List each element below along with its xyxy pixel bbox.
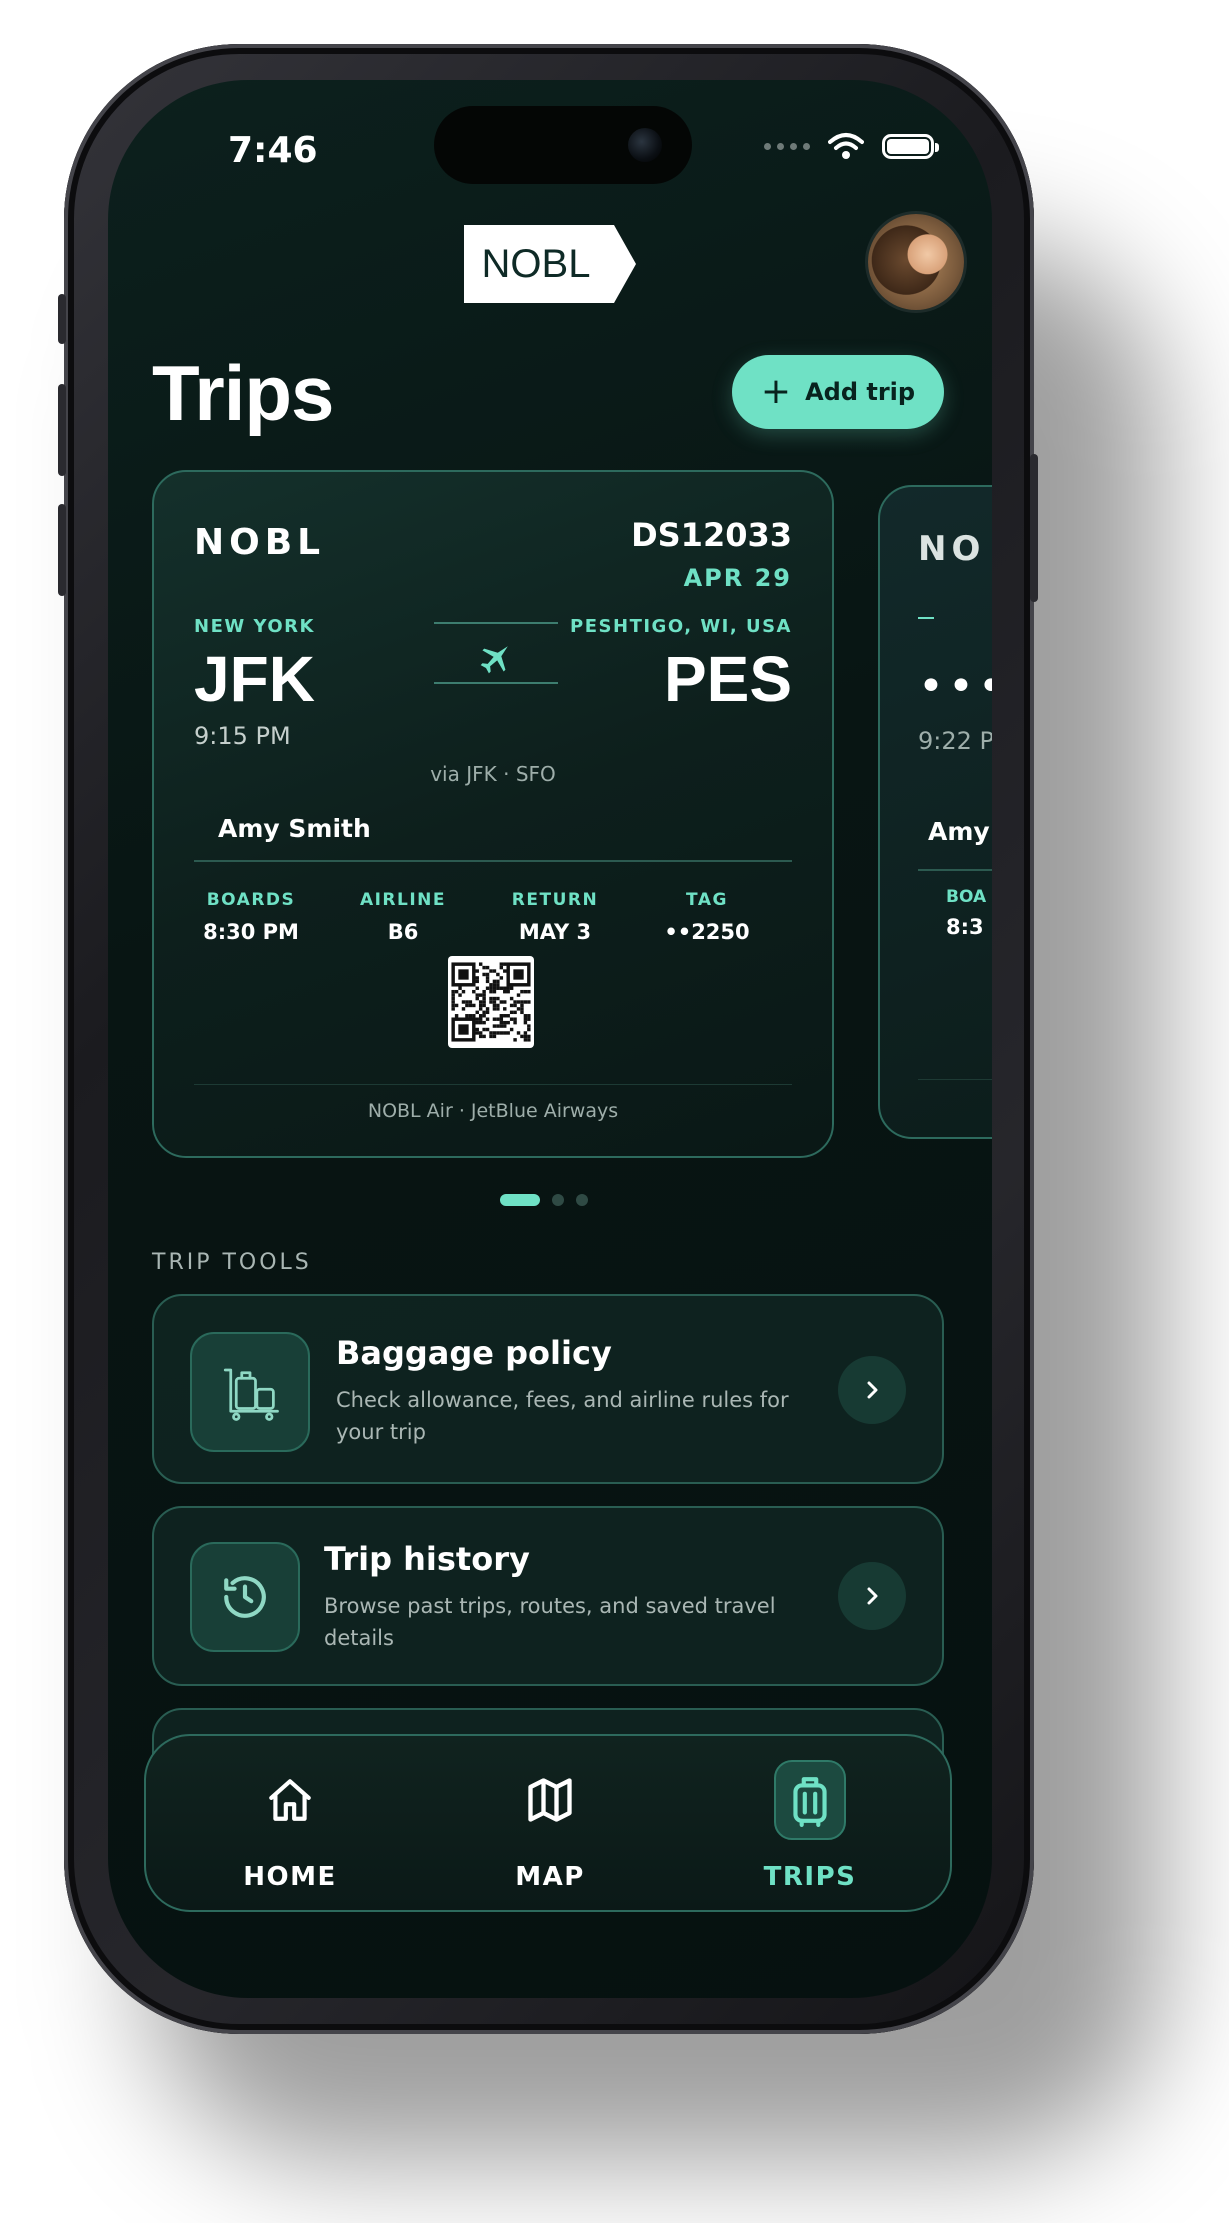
detail-label: RETURN: [511, 890, 599, 910]
camera-icon: [628, 128, 662, 162]
tool-description: Browse past trips, routes, and saved tra…: [324, 1594, 776, 1650]
page-title: Trips: [152, 349, 334, 437]
pass-footer-divider: [194, 1084, 792, 1085]
next-pass-divider: [918, 869, 992, 871]
nav-item-map[interactable]: MAP: [450, 1760, 650, 1892]
nav-label: HOME: [243, 1862, 337, 1892]
add-trip-button[interactable]: + Add trip: [732, 355, 944, 429]
dynamic-island: [434, 106, 692, 184]
status-time: 7:46: [228, 130, 318, 171]
tag-info: TAG ••2250: [632, 890, 782, 944]
avatar[interactable]: [868, 214, 964, 310]
detail-value: ••2250: [664, 920, 750, 944]
home-icon: [254, 1760, 326, 1840]
next-pass-detail-value: 8:3: [946, 915, 984, 939]
tool-description: Check allowance, fees, and airline rules…: [336, 1388, 789, 1444]
add-trip-label: Add trip: [805, 378, 916, 406]
origin-city: NEW YORK: [194, 616, 315, 637]
wifi-icon: [828, 133, 864, 159]
chevron-right-icon[interactable]: [838, 1356, 906, 1424]
next-pass-passenger: Amy: [928, 817, 990, 846]
history-icon: [190, 1542, 300, 1652]
next-pass-footer-divider: [918, 1079, 992, 1080]
tool-title: Trip history: [324, 1540, 530, 1578]
nav-item-home[interactable]: HOME: [190, 1760, 390, 1892]
next-pass-code: •••: [918, 661, 992, 712]
baggage-policy-card[interactable]: Baggage policy Check allowance, fees, an…: [152, 1294, 944, 1484]
qr-code[interactable]: [448, 956, 534, 1048]
destination-city: PESHTIGO, WI, USA: [570, 616, 792, 637]
boarding-pass-card[interactable]: NOBL DS12033 APR 29 NEW YORK PESHTIGO, W…: [152, 470, 834, 1158]
volume-up-button: [58, 384, 66, 476]
volume-down-button: [58, 504, 66, 596]
detail-value: MAY 3: [518, 920, 592, 944]
detail-label: TAG: [686, 890, 728, 910]
next-pass-detail-label: BOA: [946, 887, 987, 907]
pass-brand: NOBL: [194, 522, 326, 563]
route-line-bottom: [434, 682, 558, 684]
pager-dot[interactable]: [552, 1194, 564, 1206]
airline-info: AIRLINE B6: [328, 890, 478, 944]
app-screen: 7:46 NOBL Trips + Add trip NOBL DS12033 …: [108, 80, 992, 1998]
passenger-name: Amy Smith: [218, 814, 371, 843]
plane-icon: [480, 646, 508, 674]
tool-title: Baggage policy: [336, 1334, 612, 1372]
battery-icon: [882, 133, 939, 159]
power-button: [1030, 454, 1038, 602]
suitcase-icon: [774, 1760, 846, 1840]
origin-code: JFK: [194, 643, 315, 715]
action-button: [58, 294, 66, 344]
nav-label: MAP: [515, 1862, 585, 1892]
pass-divider: [194, 860, 792, 862]
cellular-signal-icon: [764, 142, 810, 150]
via-route: via JFK · SFO: [430, 762, 556, 786]
luggage-cart-icon: [190, 1332, 310, 1452]
boards-info: BOARDS 8:30 PM: [176, 890, 326, 944]
section-title-trip-tools: TRIP TOOLS: [152, 1250, 312, 1275]
carousel-pager[interactable]: [500, 1194, 588, 1206]
bottom-navigation: HOME MAP TRIPS: [144, 1734, 952, 1912]
nobl-logo[interactable]: NOBL: [464, 225, 636, 303]
chevron-right-icon[interactable]: [838, 1562, 906, 1630]
pass-footer: NOBL Air · JetBlue Airways: [367, 1100, 619, 1122]
plus-icon: +: [760, 371, 792, 412]
map-icon: [514, 1760, 586, 1840]
pager-dot-active[interactable]: [500, 1194, 540, 1206]
next-pass-time: 9:22 P: [918, 727, 992, 755]
detail-label: BOARDS: [206, 890, 296, 910]
detail-label: AIRLINE: [359, 890, 447, 910]
flight-date: APR 29: [683, 564, 792, 592]
flight-code: DS12033: [631, 516, 792, 554]
next-pass-brand: NO: [918, 529, 986, 569]
next-pass-city-dash: [918, 617, 934, 619]
pager-dot[interactable]: [576, 1194, 588, 1206]
nav-item-trips[interactable]: TRIPS: [710, 1760, 910, 1892]
nav-label: TRIPS: [763, 1862, 857, 1892]
departure-time: 9:15 PM: [194, 722, 291, 750]
trip-history-card[interactable]: Trip history Browse past trips, routes, …: [152, 1506, 944, 1686]
detail-value: B6: [387, 920, 419, 944]
next-boarding-pass-card[interactable]: NO ••• 9:22 P Amy BOA 8:3: [878, 485, 992, 1139]
detail-value: 8:30 PM: [203, 920, 299, 944]
return-info: RETURN MAY 3: [480, 890, 630, 944]
status-icons: [764, 132, 939, 160]
logo-text: NOBL: [482, 242, 591, 286]
route-line-top: [434, 622, 558, 624]
destination-code: PES: [663, 643, 792, 715]
